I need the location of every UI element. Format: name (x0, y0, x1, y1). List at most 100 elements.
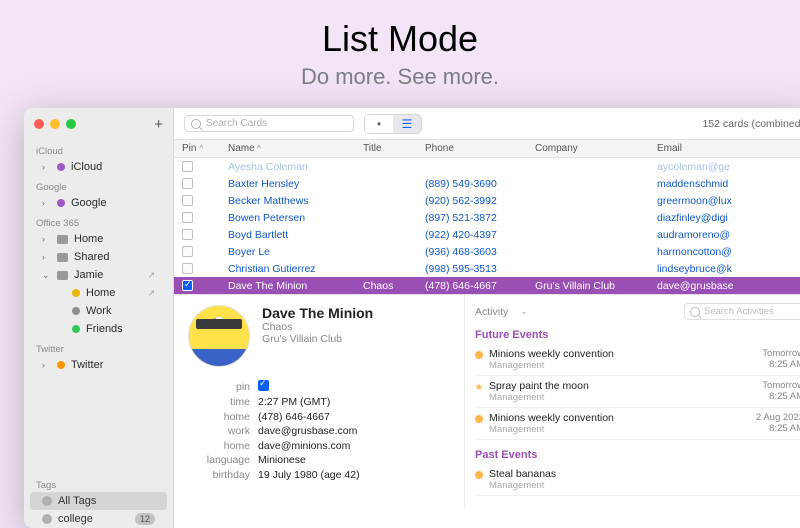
table-row[interactable]: Ayesha Coleman aycoleman@ge (174, 158, 800, 175)
cell-name[interactable]: Boyer Le (228, 246, 270, 258)
sidebar-item[interactable]: ›Twitter (30, 356, 167, 374)
sidebar-item[interactable]: Work (30, 302, 167, 320)
cell-phone[interactable]: (936) 468-3603 (425, 246, 497, 258)
pin-checkbox[interactable] (182, 280, 193, 291)
chevron-icon: › (42, 198, 51, 208)
cell-email[interactable]: diazfinley@digi (657, 212, 728, 224)
table-row[interactable]: Boyd Bartlett (922) 420-4397 audramoreno… (174, 226, 800, 243)
pin-checkbox[interactable] (182, 246, 193, 257)
list-view-icon[interactable]: ☰ (393, 115, 421, 133)
cell-email[interactable]: greermoon@lux (657, 195, 732, 207)
tag-icon (42, 496, 52, 506)
table-row[interactable]: Dave The Minion Chaos (478) 646-4667 Gru… (174, 277, 800, 294)
table-row[interactable]: Christian Gutierrez (998) 595-3513 linds… (174, 260, 800, 277)
table-row[interactable]: Becker Matthews (920) 562-3992 greermoon… (174, 192, 800, 209)
event-item[interactable]: Minions weekly convention Management 2 A… (475, 408, 800, 440)
cell-email[interactable]: harmoncotton@ (657, 246, 732, 258)
col-name[interactable]: Name ^ (220, 140, 355, 157)
minimize-icon[interactable] (50, 119, 60, 129)
sidebar-item[interactable]: ›Google (30, 194, 167, 212)
field-value: Minionese (258, 454, 306, 466)
detail-field: work dave@grusbase.com (188, 425, 450, 437)
window-controls[interactable] (34, 119, 76, 129)
cell-email[interactable]: audramoreno@ (657, 229, 730, 241)
pin-checkbox[interactable] (182, 195, 193, 206)
close-icon[interactable] (34, 119, 44, 129)
sidebar-item[interactable]: Home↗ (30, 284, 167, 302)
cell-name[interactable]: Boyd Bartlett (228, 229, 288, 241)
pin-checkbox[interactable] (182, 263, 193, 274)
search-icon (191, 119, 201, 129)
sidebar-item[interactable]: ›Home (30, 230, 167, 248)
tag-item[interactable]: college 12 (30, 510, 167, 528)
cell-phone[interactable]: (889) 549-3690 (425, 178, 497, 190)
cell-phone[interactable]: (478) 646-4667 (425, 280, 497, 292)
cell-phone[interactable]: (922) 420-4397 (425, 229, 497, 241)
col-company[interactable]: Company (527, 140, 649, 157)
activity-search-input[interactable]: Search Activities (684, 303, 800, 320)
cell-phone[interactable]: (897) 521-3872 (425, 212, 497, 224)
cell-phone[interactable]: (920) 562-3992 (425, 195, 497, 207)
event-item[interactable]: Steal bananas Management (475, 464, 800, 496)
cell-title (355, 198, 417, 204)
cell-email[interactable]: maddenschmid (657, 178, 728, 190)
pin-checkbox-icon[interactable] (258, 380, 269, 391)
view-mode-toggle[interactable]: • ☰ (364, 114, 422, 134)
field-value: 19 July 1980 (age 42) (258, 469, 360, 481)
table-row[interactable]: Boyer Le (936) 468-3603 harmoncotton@ (174, 243, 800, 260)
account-status-icon (72, 307, 80, 315)
table-header: Pin^ Name ^ Title Phone Company Email (174, 140, 800, 158)
add-button[interactable]: + (154, 116, 163, 133)
cell-name[interactable]: Dave The Minion (228, 280, 307, 292)
cell-email[interactable]: dave@grusbase (657, 280, 734, 292)
cell-name[interactable]: Ayesha Coleman (228, 161, 308, 173)
folder-icon (57, 271, 68, 280)
zoom-icon[interactable] (66, 119, 76, 129)
hero-title: List Mode (0, 0, 800, 60)
col-title[interactable]: Title (355, 140, 417, 157)
table-row[interactable]: Baxter Hensley (889) 549-3690 maddenschm… (174, 175, 800, 192)
cell-title (355, 266, 417, 272)
event-item[interactable]: Minions weekly convention Management Tom… (475, 344, 800, 376)
cell-email[interactable]: aycoleman@ge (657, 161, 730, 173)
pin-checkbox[interactable] (182, 178, 193, 189)
pin-checkbox[interactable] (182, 161, 193, 172)
search-placeholder: Search Cards (206, 118, 267, 129)
cell-title (355, 232, 417, 238)
cell-name[interactable]: Bowen Petersen (228, 212, 305, 224)
cell-name[interactable]: Christian Gutierrez (228, 263, 316, 275)
field-value[interactable] (258, 380, 269, 394)
event-title: Spray paint the moon (489, 380, 756, 392)
cell-phone[interactable]: (998) 595-3513 (425, 263, 497, 275)
col-phone[interactable]: Phone (417, 140, 527, 157)
col-email[interactable]: Email (649, 140, 800, 157)
col-pin[interactable]: Pin^ (174, 140, 220, 157)
table-row[interactable]: Bowen Petersen (897) 521-3872 diazfinley… (174, 209, 800, 226)
sidebar-item[interactable]: ›Shared (30, 248, 167, 266)
pin-checkbox[interactable] (182, 212, 193, 223)
folder-icon (57, 253, 68, 262)
avatar[interactable] (188, 305, 250, 367)
toolbar: Search Cards • ☰ 152 cards (combined) (174, 108, 800, 140)
activity-dropdown-icon[interactable]: ⌄ (520, 306, 528, 317)
grid-view-icon[interactable]: • (365, 115, 393, 133)
cell-name[interactable]: Becker Matthews (228, 195, 309, 207)
detail-field: time 2:27 PM (GMT) (188, 396, 450, 408)
pin-checkbox[interactable] (182, 229, 193, 240)
sidebar-item[interactable]: ⌄Jamie↗ (30, 266, 167, 284)
cell-name[interactable]: Baxter Hensley (228, 178, 299, 190)
tag-item[interactable]: All Tags (30, 492, 167, 510)
tag-label: college (58, 513, 93, 525)
tag-count: 12 (135, 513, 155, 525)
account-status-icon (57, 361, 65, 369)
cell-email[interactable]: lindseybruce@k (657, 263, 732, 275)
sidebar-item-label: Home (74, 233, 103, 245)
star-icon (475, 383, 483, 391)
search-input[interactable]: Search Cards (184, 115, 354, 132)
event-item[interactable]: Spray paint the moon Management Tomorrow… (475, 376, 800, 408)
sidebar-section-header: Google (24, 176, 173, 194)
contact-card: Dave The Minion Chaos Gru's Villain Club… (174, 295, 464, 509)
field-value: dave@minions.com (258, 440, 350, 452)
sidebar-item[interactable]: Friends (30, 320, 167, 338)
sidebar-item[interactable]: ›iCloud (30, 158, 167, 176)
